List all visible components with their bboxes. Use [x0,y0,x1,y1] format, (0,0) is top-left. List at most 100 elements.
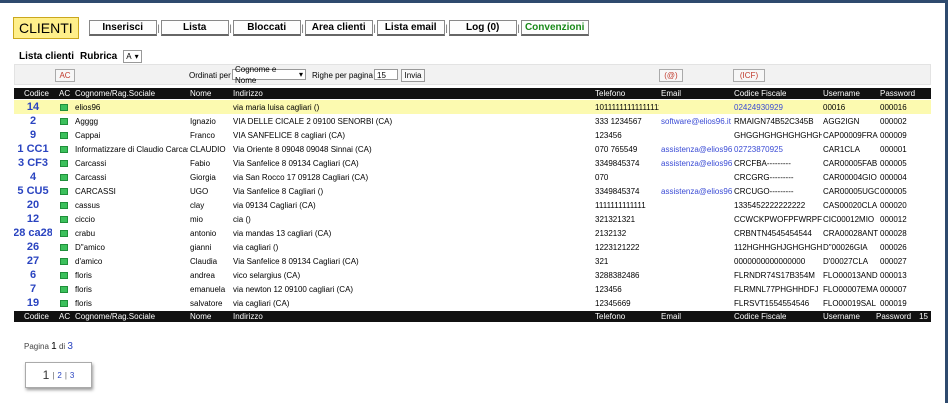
header-email[interactable]: Email [661,88,681,99]
cell-codice-fiscale: CCWCKPWOFPFWRPFE [734,214,822,224]
cell-username: FLO00019SAL [823,298,876,308]
nav-lista-email-button[interactable]: Lista email [376,20,445,36]
page-2-link[interactable]: 2 [57,371,61,380]
order-value: Cognome e Nome [235,64,277,85]
header-cognome[interactable]: Cognome/Rag.Sociale [75,88,155,99]
cell-codice[interactable]: 4 [14,170,52,184]
cell-codice[interactable]: 2 [14,114,52,128]
cell-codice-fiscale: FLRNDR74S17B354M [734,270,815,280]
header-indirizzo[interactable]: Indirizzo [233,88,263,99]
cell-cognome: floris [75,298,92,308]
ac-access-icon[interactable] [60,131,68,139]
cell-telefono: 1111111111111 [595,200,646,210]
rubrica-select[interactable]: A ▾ [123,50,142,63]
table-row[interactable]: 14 elios96 via maria luisa cagliari () 1011… [14,100,931,114]
page-info-total[interactable]: 3 [67,341,73,352]
cell-username: 00016 [823,102,846,112]
table-row[interactable]: 6 floris andrea vico selargius (CA) 32883824… [14,268,931,282]
cell-cognome: CARCASSI [75,186,116,196]
table-row[interactable]: 5 CU5 CARCASSI UGO Via Sanfelice 8 Cagliari… [14,184,931,198]
table-row[interactable]: 19 floris salvatore via cagliari (CA) 123456… [14,296,931,310]
ac-access-icon[interactable] [60,299,68,307]
cell-password: 000027 [880,256,907,266]
cell-codice-fiscale: GHGGHGHGHGHGHGHG [734,130,822,140]
list-header: Lista clienti Rubrica A ▾ [19,50,142,63]
ac-access-icon[interactable] [60,201,68,209]
header-username[interactable]: Username [823,88,860,99]
cell-codice[interactable]: 27 [14,254,52,268]
rows-per-page-input[interactable]: 15 [374,69,398,80]
ac-access-icon[interactable] [60,187,68,195]
table-row[interactable]: 20 cassus clay via 09134 Cagliari (CA) 11111… [14,198,931,212]
cell-codice[interactable]: 19 [14,296,52,310]
cell-codice[interactable]: 14 [14,100,52,114]
ac-access-icon[interactable] [60,285,68,293]
cell-email[interactable]: assistenza@elios96.it [661,184,733,198]
table-row[interactable]: 1 CC1 Informatizzare di Claudio Carcassi C… [14,142,931,156]
cell-codice[interactable]: 5 CU5 [14,184,52,198]
cell-telefono: 1223121222 [595,242,640,252]
cell-telefono: 070 [595,172,609,182]
ac-cell [59,268,69,282]
email-filter-button[interactable]: (@) [659,69,683,82]
cell-codice[interactable]: 12 [14,212,52,226]
nav-bloccati-button[interactable]: Bloccati [232,20,301,36]
table-row[interactable]: 9 Cappai Franco VIA SANFELICE 8 cagliari (C… [14,128,931,142]
send-button[interactable]: Invia [401,69,425,82]
ac-access-icon[interactable] [60,173,68,181]
cell-codice[interactable]: 20 [14,198,52,212]
ac-access-icon[interactable] [60,103,68,111]
footer-ac: AC [59,312,71,321]
codice-fiscale-filter-button[interactable]: (ICF) [733,69,765,82]
cell-codice[interactable]: 28 ca28 [14,226,52,240]
footer-row-count: 15 [919,312,928,321]
cell-email[interactable]: software@elios96.it [661,114,733,128]
table-row[interactable]: 2 Agggg Ignazio VIA DELLE CICALE 2 09100 SE… [14,114,931,128]
ac-access-icon[interactable] [60,145,68,153]
table-row[interactable]: 4 Carcassi Giorgia via San Rocco 17 09128 C… [14,170,931,184]
nav-area-clienti-button[interactable]: Area clienti [304,20,373,36]
ac-access-icon[interactable] [60,257,68,265]
cell-codice-fiscale[interactable]: 02723870925 [734,142,822,156]
order-select[interactable]: Cognome e Nome ▾ [232,65,306,85]
cell-codice-fiscale: FLRMNL77PHGHHDFJ [734,284,819,294]
table-row[interactable]: 27 d'amico Claudia Via Sanfelice 8 09134 Ca… [14,254,931,268]
ac-access-icon[interactable] [60,271,68,279]
page-3-link[interactable]: 3 [70,371,74,380]
cell-codice[interactable]: 1 CC1 [14,142,52,156]
nav-convenzioni-button[interactable]: Convenzioni [520,20,589,36]
cell-indirizzo: VIA DELLE CICALE 2 09100 SENORBI (CA) [233,116,393,126]
cell-email[interactable]: assistenza@elios96.it [661,142,733,156]
table-row[interactable]: 26 D"amico gianni via cagliari () 1223121222… [14,240,931,254]
cell-email[interactable]: assistenza@elios96.it [661,156,733,170]
ac-access-icon[interactable] [60,117,68,125]
table-row[interactable]: 3 CF3 Carcassi Fabio Via Sanfelice 8 09134 … [14,156,931,170]
nav-inserisci-button[interactable]: Inserisci [88,20,157,36]
ac-access-icon[interactable] [60,229,68,237]
cell-email [661,282,733,296]
cell-codice-fiscale[interactable]: 02424930929 [734,100,822,114]
cell-cognome: floris [75,284,92,294]
header-telefono[interactable]: Telefono [595,88,625,99]
cell-codice[interactable]: 6 [14,268,52,282]
cell-codice[interactable]: 9 [14,128,52,142]
ac-access-icon[interactable] [60,243,68,251]
table-row[interactable]: 7 floris emanuela via newton 12 09100 cagli… [14,282,931,296]
header-ac[interactable]: AC [59,88,70,99]
cell-codice[interactable]: 7 [14,282,52,296]
header-nome[interactable]: Nome [190,88,211,99]
table-row[interactable]: 28 ca28 crabu antonio via mandas 13 cagliar… [14,226,931,240]
table-row[interactable]: 12 ciccio mio cia () 321321321 CCWCKPWOFPFWRP… [14,212,931,226]
cell-telefono: 10111111111111111 [595,102,659,112]
ac-filter-button[interactable]: AC [55,69,75,82]
cell-codice[interactable]: 3 CF3 [14,156,52,170]
cell-codice[interactable]: 26 [14,240,52,254]
header-codice-fiscale[interactable]: Codice Fiscale [734,88,786,99]
nav-lista-button[interactable]: Lista [160,20,229,36]
cell-codice-fiscale: 112HGHHGHJGHGHGH [734,242,822,252]
nav-log-button[interactable]: Log (0) [448,20,517,36]
header-password[interactable]: Password [880,88,915,99]
header-codice[interactable]: Codice [24,88,49,99]
ac-access-icon[interactable] [60,215,68,223]
ac-access-icon[interactable] [60,159,68,167]
